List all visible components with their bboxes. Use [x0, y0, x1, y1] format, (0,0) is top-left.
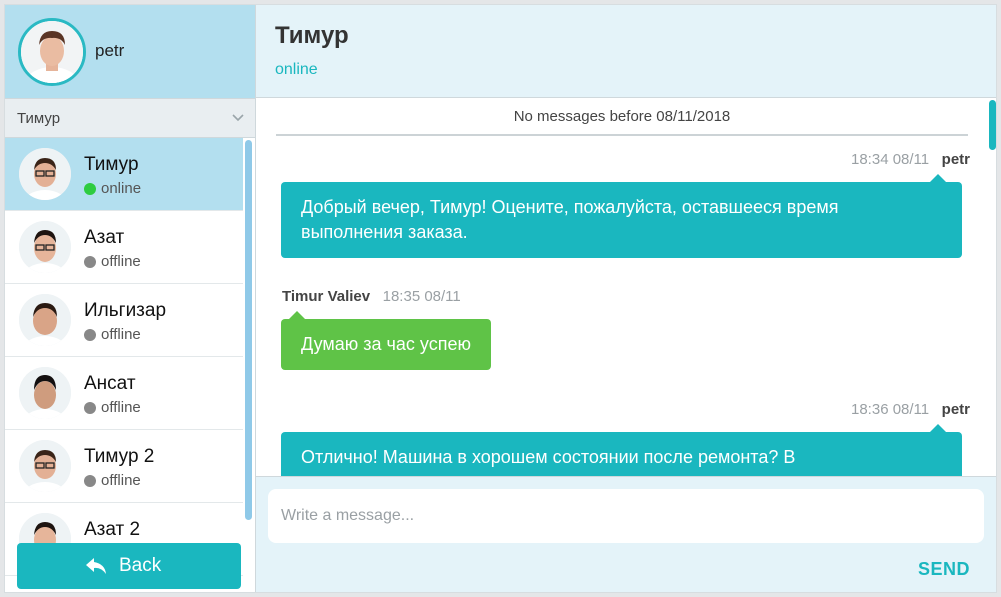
messenger-window: petr Тимур Тимур online Азат offline Иль…	[4, 4, 997, 593]
history-start-notice: No messages before 08/11/2018	[276, 108, 968, 136]
contact-status: online	[84, 180, 141, 197]
back-label: Back	[119, 555, 162, 576]
message-author: Timur Valiev	[282, 288, 371, 305]
message-time: 18:34 08/11	[851, 151, 930, 168]
offline-status-dot-icon	[84, 475, 96, 487]
contact-avatar	[19, 367, 71, 419]
profile-header: petr	[5, 5, 255, 98]
contact-status: offline	[84, 326, 141, 343]
contact-name: Ильгизар	[84, 300, 167, 321]
offline-status-dot-icon	[84, 256, 96, 268]
contact-name: Тимур	[84, 154, 139, 175]
contact-item-timur[interactable]: Тимур online	[5, 138, 243, 211]
bubble-tail	[289, 311, 305, 319]
message-meta: 18:34 08/11 petr	[851, 151, 970, 168]
chevron-down-icon	[232, 114, 244, 122]
reply-arrow-icon	[86, 558, 106, 574]
contact-filter-select[interactable]: Тимур	[5, 98, 255, 138]
message-list: No messages before 08/11/2018 18:34 08/1…	[256, 98, 996, 476]
user-avatar[interactable]	[18, 18, 86, 86]
sidebar: petr Тимур Тимур online Азат offline Иль…	[5, 5, 256, 592]
contact-list-scrollbar[interactable]	[245, 140, 252, 520]
offline-status-dot-icon	[84, 402, 96, 414]
back-button[interactable]: Back	[17, 543, 241, 589]
chat-panel: Тимур online No messages before 08/11/20…	[256, 5, 996, 592]
message-bubble-outgoing: Отлично! Машина в хорошем состоянии посл…	[281, 432, 962, 476]
contact-name: Азат 2	[84, 519, 141, 540]
message-meta: 18:36 08/11 petr	[851, 401, 970, 418]
contact-avatar	[19, 440, 71, 492]
bubble-tail	[930, 174, 946, 182]
contact-name: Тимур 2	[84, 446, 155, 467]
message-composer: SEND	[256, 476, 996, 592]
message-time: 18:35 08/11	[382, 288, 461, 305]
message-time: 18:36 08/11	[851, 401, 930, 418]
contact-avatar	[19, 148, 71, 200]
bubble-tail	[930, 424, 946, 432]
online-status-dot-icon	[84, 183, 96, 195]
contact-status: offline	[84, 472, 141, 489]
message-author: petr	[941, 151, 970, 168]
offline-status-dot-icon	[84, 329, 96, 341]
contact-item-ilgizar[interactable]: Ильгизар offline	[5, 284, 243, 357]
contact-avatar	[19, 294, 71, 346]
user-name: petr	[95, 41, 125, 60]
send-button[interactable]: SEND	[918, 559, 970, 580]
message-meta: Timur Valiev 18:35 08/11	[282, 288, 461, 305]
message-author: petr	[941, 401, 970, 418]
chat-status: online	[275, 61, 318, 78]
chat-title: Тимур	[275, 22, 349, 49]
contact-name: Ансат	[84, 373, 136, 394]
message-bubble-outgoing: Добрый вечер, Тимур! Оцените, пожалуйста…	[281, 182, 962, 258]
message-bubble-incoming: Думаю за час успею	[281, 319, 491, 370]
contact-item-azat[interactable]: Азат offline	[5, 211, 243, 284]
contact-status: offline	[84, 399, 141, 416]
contact-item-timur-2[interactable]: Тимур 2 offline	[5, 430, 243, 503]
filter-value: Тимур	[17, 110, 61, 127]
contact-status: offline	[84, 253, 141, 270]
message-input[interactable]	[268, 489, 984, 543]
contact-item-ansat[interactable]: Ансат offline	[5, 357, 243, 430]
contact-list: Тимур online Азат offline Ильгизар offli…	[5, 138, 255, 592]
chat-header: Тимур online	[256, 5, 996, 98]
message-list-scrollbar[interactable]	[989, 100, 996, 150]
contact-avatar	[19, 221, 71, 273]
contact-name: Азат	[84, 227, 125, 248]
